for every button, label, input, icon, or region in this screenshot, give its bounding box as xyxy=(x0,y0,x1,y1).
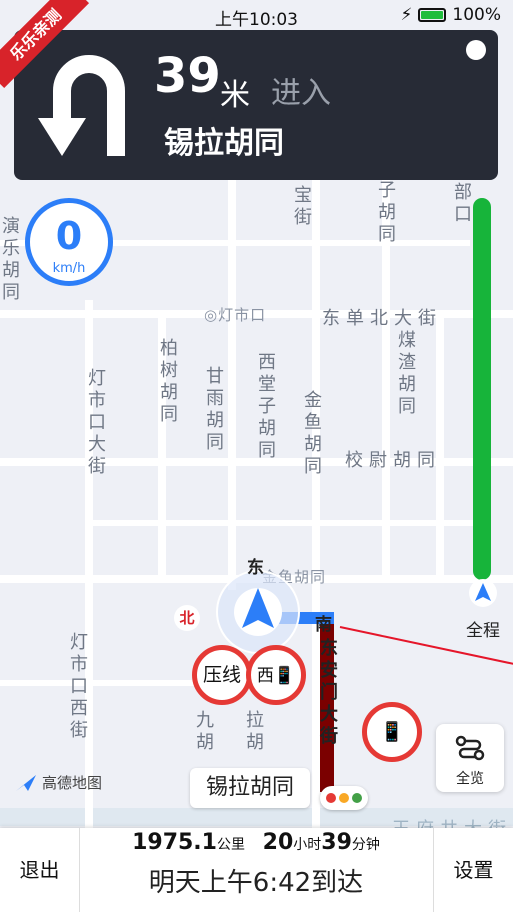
route-overview-icon xyxy=(455,735,485,761)
no-phone-sign: 西📱 xyxy=(246,645,306,705)
street-label: 九胡 xyxy=(196,710,214,753)
poi-label: ◎灯市口 xyxy=(204,306,267,324)
overview-button[interactable]: 全览 xyxy=(436,724,504,792)
phone-icon: 📱 xyxy=(380,721,404,743)
guidance-road-name: 锡拉胡同 xyxy=(164,126,284,161)
full-route-label: 全程 xyxy=(466,621,500,641)
street-label: 煤渣胡同 xyxy=(398,330,416,417)
speedometer: 0 km/h xyxy=(25,198,113,286)
amap-logo: 高德地图 xyxy=(14,772,102,793)
overview-label: 全览 xyxy=(456,771,484,787)
street-label: 部口 xyxy=(454,182,472,225)
charging-icon: ⚡ xyxy=(400,5,413,25)
battery-percent: 100% xyxy=(452,5,501,25)
route-arrow-icon xyxy=(469,579,497,607)
guidance-distance: 39 xyxy=(154,48,221,104)
road xyxy=(0,680,220,686)
bottom-bar: 退出 1975.1公里 20小时39分钟 明天上午6:42到达 设置 xyxy=(0,828,513,912)
traffic-light-icon xyxy=(320,786,368,810)
street-label: 甘雨胡同 xyxy=(206,366,224,453)
compass-south: 南 xyxy=(315,615,332,635)
speed-value: 0 xyxy=(55,214,83,258)
phone-icon: 📱 xyxy=(273,666,296,686)
street-label: 东单北大街 xyxy=(322,308,442,329)
current-road-label: 锡拉胡同 xyxy=(190,768,311,808)
street-label: 校尉胡同 xyxy=(345,450,441,471)
route-progress-bar xyxy=(473,198,491,580)
guidance-action: 进入 xyxy=(271,76,331,111)
street-label: 子胡同 xyxy=(378,180,396,245)
guidance-unit: 米 xyxy=(220,78,250,113)
settings-button[interactable]: 设置 xyxy=(433,828,513,912)
amap-logo-icon xyxy=(16,774,36,791)
street-label: 演乐胡同 xyxy=(2,216,20,303)
trip-info: 1975.1公里 20小时39分钟 明天上午6:42到达 xyxy=(80,828,432,912)
no-phone-sign: 📱 xyxy=(362,702,422,762)
road xyxy=(436,310,444,580)
street-label: 金鱼胡同 xyxy=(304,390,322,477)
compass-east: 东 xyxy=(247,558,264,578)
navigation-arrow-icon xyxy=(234,588,282,636)
remaining-hours: 20 xyxy=(262,830,294,855)
road xyxy=(85,520,475,526)
remaining-minutes: 39 xyxy=(321,830,352,855)
battery-icon xyxy=(418,8,447,22)
speed-unit: km/h xyxy=(52,261,86,276)
street-label: 灯市口大街 xyxy=(88,368,106,477)
street-label: 东安门大街 xyxy=(320,638,338,747)
compass-north: 北 xyxy=(174,605,200,631)
street-label: 灯市口西街 xyxy=(70,632,88,741)
no-lane-change-sign: 压线 xyxy=(192,645,252,705)
arrival-time: 明天上午6:42到达 xyxy=(148,868,364,898)
watermark-ribbon: 乐乐亲测 xyxy=(0,0,90,89)
full-route-button[interactable]: 全程 xyxy=(458,578,508,641)
street-label: 西堂子胡同 xyxy=(258,352,276,461)
remaining-distance: 1975.1 xyxy=(132,830,217,855)
street-label: 宝街 xyxy=(294,185,312,228)
car-position xyxy=(216,570,300,654)
exit-button[interactable]: 退出 xyxy=(0,828,80,912)
gps-signal-icon xyxy=(466,40,486,60)
street-label: 拉胡 xyxy=(246,710,264,753)
street-label: 柏树胡同 xyxy=(160,338,178,425)
